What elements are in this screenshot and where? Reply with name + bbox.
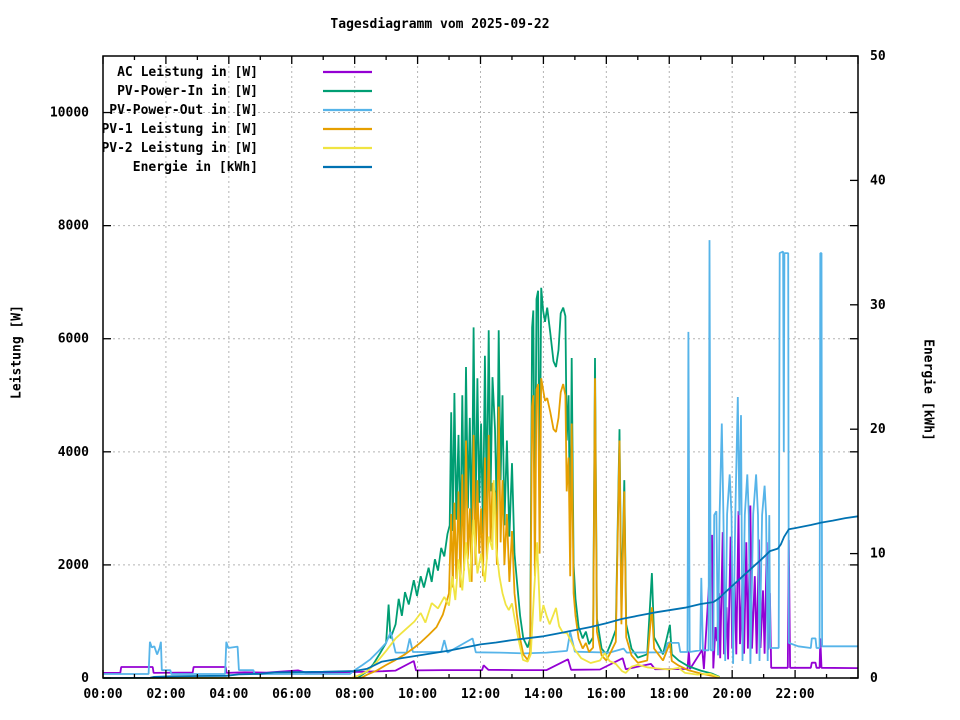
x-tick-label: 16:00	[587, 687, 626, 702]
y-right-tick-label: 0	[870, 671, 878, 686]
y-right-tick-label: 20	[870, 422, 886, 437]
legend-label-pv_power_out: PV-Power-Out in [W]	[109, 103, 258, 118]
y-right-tick-label: 40	[870, 173, 886, 188]
y-left-tick-label: 0	[81, 671, 89, 686]
y-left-tick-label: 10000	[50, 106, 89, 121]
y-left-tick-label: 6000	[58, 332, 89, 347]
legend-label-pv_power_in: PV-Power-In in [W]	[117, 84, 258, 99]
screenshot-root: { "title": "Tagesdiagramm vom 2025-09-22…	[0, 0, 960, 720]
y-left-tick-label: 4000	[58, 445, 89, 460]
x-tick-label: 20:00	[713, 687, 752, 702]
x-tick-label: 06:00	[272, 687, 311, 702]
legend-label-energie: Energie in [kWh]	[133, 160, 258, 175]
y-left-tick-label: 2000	[58, 558, 89, 573]
x-tick-label: 02:00	[146, 687, 185, 702]
plot-area: 00:00 02:00 04:00 06:00 08:00 10:00 12:00 14:00…	[0, 0, 960, 720]
x-tick-label: 00:00	[83, 687, 122, 702]
y-right-tick-label: 10	[870, 547, 886, 562]
legend-label-pv2: PV-2 Leistung in [W]	[101, 141, 258, 156]
x-tick-label: 18:00	[650, 687, 689, 702]
x-tick-label: 22:00	[776, 687, 815, 702]
x-tick-label: 10:00	[398, 687, 437, 702]
x-tick-label: 12:00	[461, 687, 500, 702]
y-left-tick-label: 8000	[58, 219, 89, 234]
y-right-tick-label: 50	[870, 49, 886, 64]
y-right-tick-label: 30	[870, 298, 886, 313]
series-line-pv_power_in	[103, 288, 720, 678]
x-tick-label: 08:00	[335, 687, 374, 702]
x-tick-label: 14:00	[524, 687, 563, 702]
legend-label-pv1: PV-1 Leistung in [W]	[101, 122, 258, 137]
legend-label-ac: AC Leistung in [W]	[117, 65, 258, 80]
series-line-pv1	[103, 378, 720, 678]
x-tick-label: 04:00	[209, 687, 248, 702]
